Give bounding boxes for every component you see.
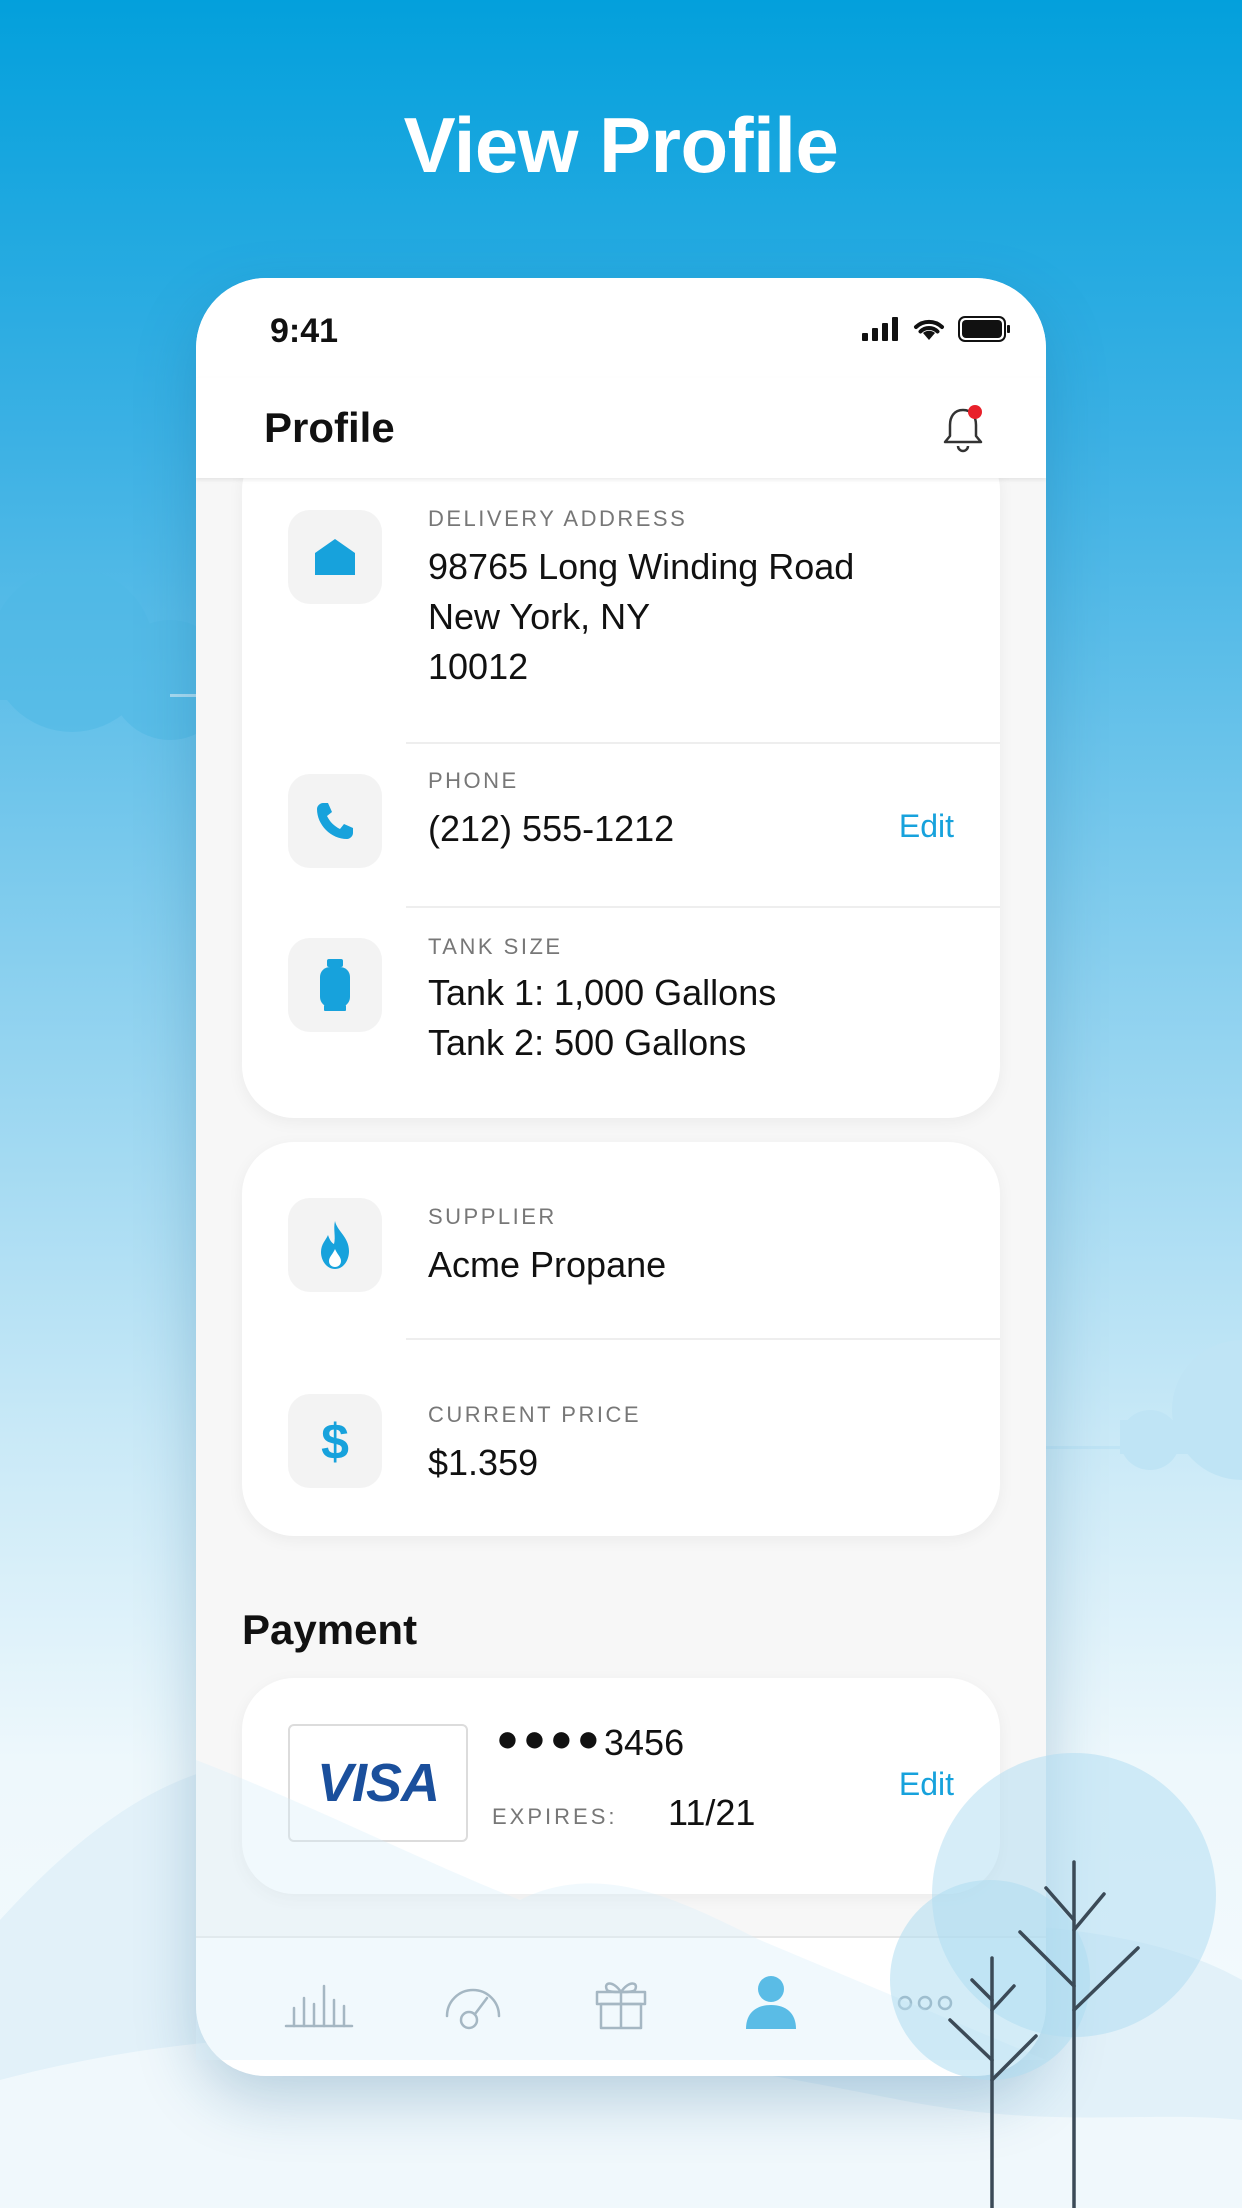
payment-card: VISA ●●●● 3456 EXPIRES: 11/21 Edit — [242, 1678, 1000, 1894]
gauge-icon — [445, 1988, 501, 2030]
battery-icon — [958, 316, 1010, 342]
page-title: Profile — [264, 404, 395, 451]
card-brand: VISA — [316, 1753, 440, 1813]
current-price-row: $ CURRENT PRICE $1.359 — [242, 1340, 1000, 1536]
person-icon — [746, 1976, 796, 2029]
notification-dot — [968, 405, 982, 419]
status-time: 9:41 — [270, 312, 339, 350]
flame-icon-box — [288, 1198, 382, 1292]
svg-text:$: $ — [321, 1415, 349, 1467]
signal-icon — [862, 317, 898, 341]
tank-1-value: Tank 1: 1,000 Gallons — [428, 972, 777, 1013]
expires-value: 11/21 — [668, 1792, 756, 1833]
gift-icon — [595, 1982, 647, 2030]
flame-icon — [321, 1221, 349, 1269]
phone-label: PHONE — [428, 768, 519, 793]
phone-icon-box — [288, 774, 382, 868]
tab-more[interactable] — [880, 1968, 970, 2038]
delivery-address-row[interactable]: DELIVERY ADDRESS 98765 Long Winding Road… — [242, 438, 1000, 738]
dollar-icon: $ — [321, 1415, 349, 1467]
supplier-label: SUPPLIER — [428, 1204, 557, 1229]
status-bar: 9:41 — [196, 278, 1046, 378]
tank-2-value: Tank 2: 500 Gallons — [428, 1022, 747, 1063]
address-line-2: New York, NY — [428, 596, 651, 637]
payment-section-title: Payment — [242, 1606, 418, 1653]
card-masked-digits: ●●●● — [496, 1718, 604, 1760]
hero-title: View Profile — [403, 101, 839, 189]
bar-chart-icon — [284, 1984, 354, 2028]
tank-size-label: TANK SIZE — [428, 934, 563, 959]
tab-rewards[interactable] — [576, 1968, 666, 2038]
tab-profile[interactable] — [726, 1968, 816, 2038]
tab-gauge[interactable] — [428, 1968, 518, 2038]
tab-usage[interactable] — [274, 1968, 364, 2038]
phone-icon — [317, 803, 353, 839]
house-icon-box — [288, 510, 382, 604]
tank-icon — [320, 959, 350, 1011]
right-cloud — [1120, 1340, 1242, 1480]
phone-value: (212) 555-1212 — [428, 808, 675, 849]
phone-frame: 9:41 Profile DELIVERY ADDRESS 98765 Long… — [196, 278, 1046, 2076]
tank-icon-box — [288, 938, 382, 1032]
profile-content: DELIVERY ADDRESS 98765 Long Winding Road… — [196, 438, 1046, 1936]
expires-label: EXPIRES: — [492, 1804, 618, 1829]
dollar-icon-box: $ — [288, 1394, 382, 1488]
delivery-address-label: DELIVERY ADDRESS — [428, 506, 688, 531]
account-card: DELIVERY ADDRESS 98765 Long Winding Road… — [242, 438, 1000, 1118]
current-price-value: $1.359 — [428, 1442, 539, 1483]
supplier-value: Acme Propane — [428, 1244, 667, 1285]
supplier-card: SUPPLIER Acme Propane $ CURRENT PRICE $1… — [242, 1142, 1000, 1536]
tab-bar — [196, 1936, 1046, 2076]
bell-icon[interactable] — [940, 404, 986, 454]
card-last-four: 3456 — [604, 1722, 685, 1763]
address-line-3: 10012 — [428, 646, 529, 687]
current-price-label: CURRENT PRICE — [428, 1402, 642, 1427]
edit-payment-button[interactable]: Edit — [899, 1766, 954, 1803]
more-icon — [897, 1995, 953, 2011]
visa-card-logo: VISA — [288, 1724, 468, 1842]
tank-size-row: TANK SIZE Tank 1: 1,000 Gallons Tank 2: … — [242, 908, 1000, 1118]
phone-row: PHONE (212) 555-1212 Edit — [242, 744, 1000, 906]
house-icon — [315, 539, 355, 575]
supplier-row: SUPPLIER Acme Propane — [242, 1142, 1000, 1338]
wifi-icon — [914, 319, 944, 340]
status-icons — [862, 316, 1012, 342]
profile-header: Profile — [196, 378, 1046, 478]
edit-phone-button[interactable]: Edit — [899, 808, 954, 845]
address-line-1: 98765 Long Winding Road — [428, 546, 855, 587]
